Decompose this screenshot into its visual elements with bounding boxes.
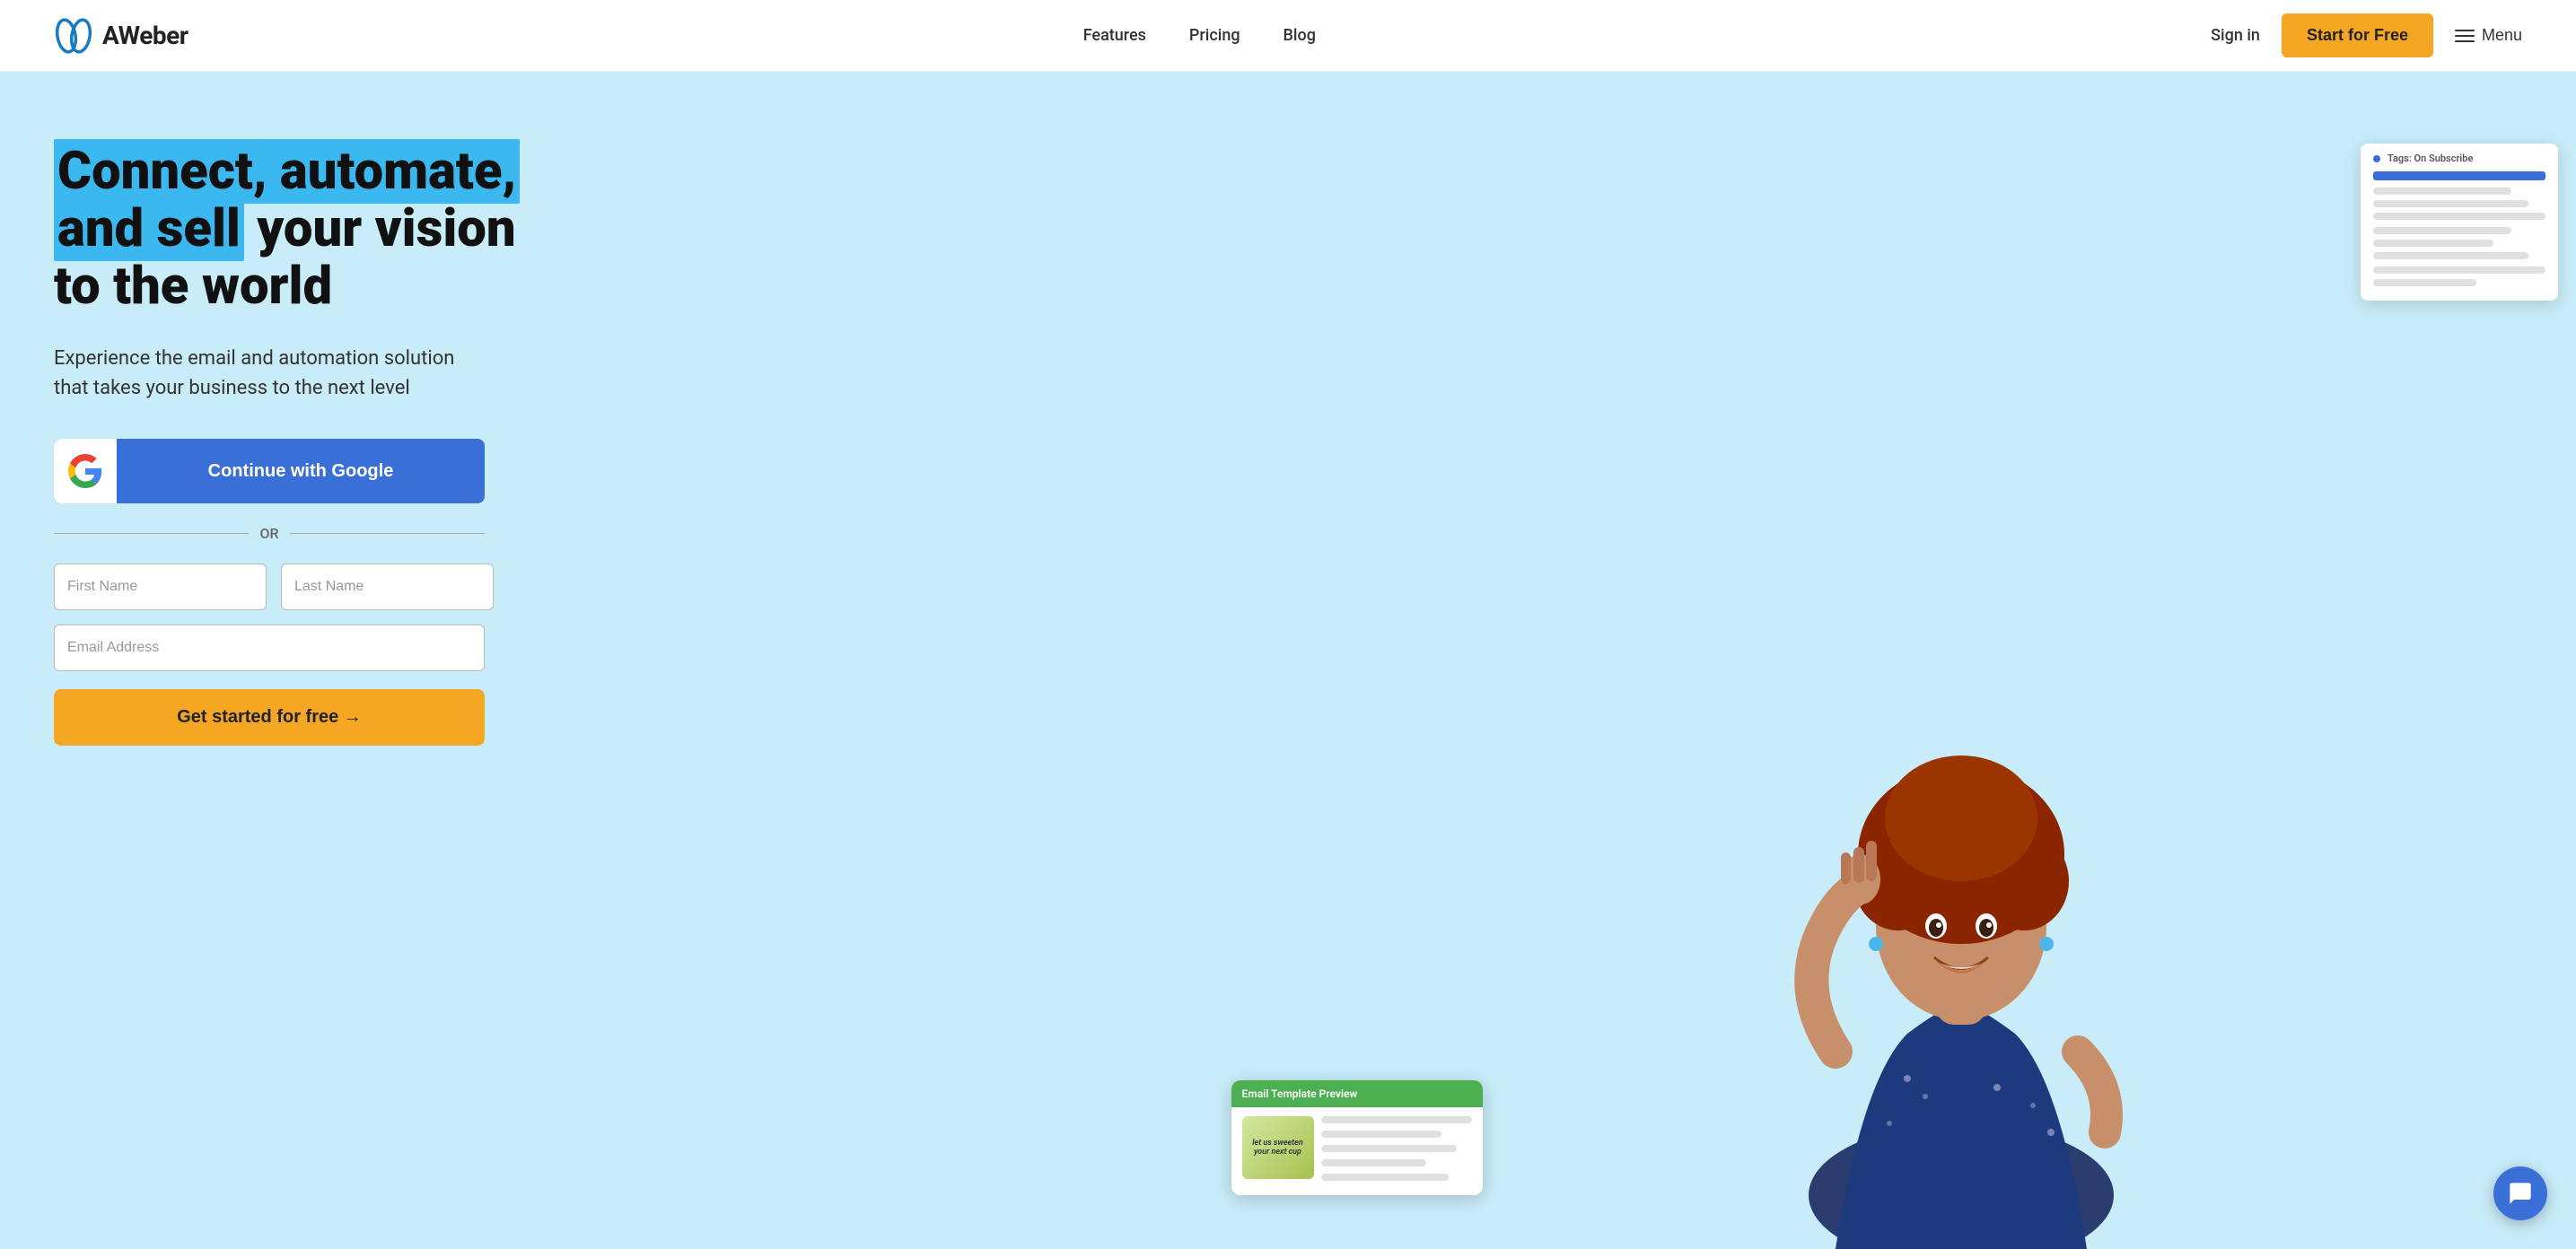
r-line-4	[1321, 1159, 1427, 1166]
hero-subtitle: Experience the email and automation solu…	[54, 344, 485, 403]
hero-content: Connect, automate, and sell your vision …	[54, 126, 592, 746]
google-btn-text: Continue with Google	[117, 461, 485, 482]
navbar: AWeber Features Pricing Blog Sign in Sta…	[0, 0, 2576, 72]
card-line-6	[2373, 240, 2493, 247]
thumb-text: let us sweeten your next cup	[1242, 1135, 1314, 1160]
google-signin-button[interactable]: Continue with Google	[54, 439, 485, 503]
hero-person-illustration	[1728, 675, 2195, 1249]
hamburger-line-2	[2455, 35, 2475, 37]
card-line-7	[2373, 252, 2528, 259]
nav-links: Features Pricing Blog	[1083, 26, 1316, 45]
sign-in-link[interactable]: Sign in	[2211, 26, 2260, 45]
status-dot	[2373, 155, 2380, 162]
start-free-button[interactable]: Start for Free	[2282, 13, 2433, 57]
chat-bubble-button[interactable]	[2493, 1166, 2547, 1220]
divider-left	[54, 533, 249, 534]
email-template-card: Email Template Preview let us sweeten yo…	[1231, 1080, 1483, 1195]
r-line-2	[1321, 1131, 1441, 1138]
email-thumbnail: let us sweeten your next cup	[1242, 1116, 1314, 1179]
hamburger-line-3	[2455, 40, 2475, 42]
card-label-subscribe: Tags: On Subscribe	[2388, 153, 2473, 164]
navbar-actions: Sign in Start for Free Menu	[2211, 13, 2522, 57]
card-body: let us sweeten your next cup	[1231, 1107, 1483, 1195]
hamburger-line-1	[2455, 30, 2475, 31]
card-line-4	[2373, 213, 2545, 220]
hamburger-icon	[2455, 30, 2475, 42]
menu-label: Menu	[2482, 26, 2522, 45]
chat-bubble-icon	[2508, 1181, 2533, 1206]
logo-text: AWeber	[102, 21, 188, 50]
email-input[interactable]	[54, 624, 485, 671]
automation-card: Tags: On Subscribe	[2361, 144, 2558, 301]
hero-section: Connect, automate, and sell your vision …	[0, 72, 2576, 1249]
hero-image-area: Tags: On Subscribe	[1160, 72, 2576, 1249]
name-row	[54, 563, 485, 610]
card-header: Email Template Preview	[1231, 1080, 1483, 1107]
nav-features[interactable]: Features	[1083, 26, 1146, 45]
logo[interactable]: AWeber	[54, 18, 188, 54]
get-started-button[interactable]: Get started for free →	[54, 689, 485, 746]
card-row-1: Tags: On Subscribe	[2373, 153, 2545, 164]
google-g-icon	[68, 454, 102, 488]
logo-icon	[54, 18, 95, 54]
card-line-1	[2373, 171, 2545, 180]
r-line-3	[1321, 1145, 1457, 1152]
hero-title: Connect, automate, and sell your vision …	[54, 144, 592, 315]
google-icon-container	[54, 439, 117, 503]
card-line-2	[2373, 188, 2511, 195]
r-line-5	[1321, 1174, 1450, 1181]
divider-right	[290, 533, 485, 534]
hero-title-highlight-2: and sell	[54, 197, 244, 261]
card-line-5	[2373, 227, 2511, 234]
divider-row: OR	[54, 525, 485, 542]
last-name-input[interactable]	[281, 563, 494, 610]
card-lines	[1321, 1116, 1472, 1186]
nav-pricing[interactable]: Pricing	[1189, 26, 1240, 45]
hero-title-highlight: Connect, automate,	[54, 139, 520, 204]
hero-title-plain: your vision	[244, 198, 516, 259]
card-line-9	[2373, 279, 2476, 286]
divider-or-text: OR	[259, 525, 278, 542]
card-line-3	[2373, 200, 2528, 207]
menu-button[interactable]: Menu	[2455, 26, 2522, 45]
r-line-1	[1321, 1116, 1472, 1123]
first-name-input[interactable]	[54, 563, 267, 610]
hero-title-line3: to the world	[54, 256, 332, 317]
card-line-8	[2373, 266, 2545, 274]
nav-blog[interactable]: Blog	[1284, 26, 1316, 45]
